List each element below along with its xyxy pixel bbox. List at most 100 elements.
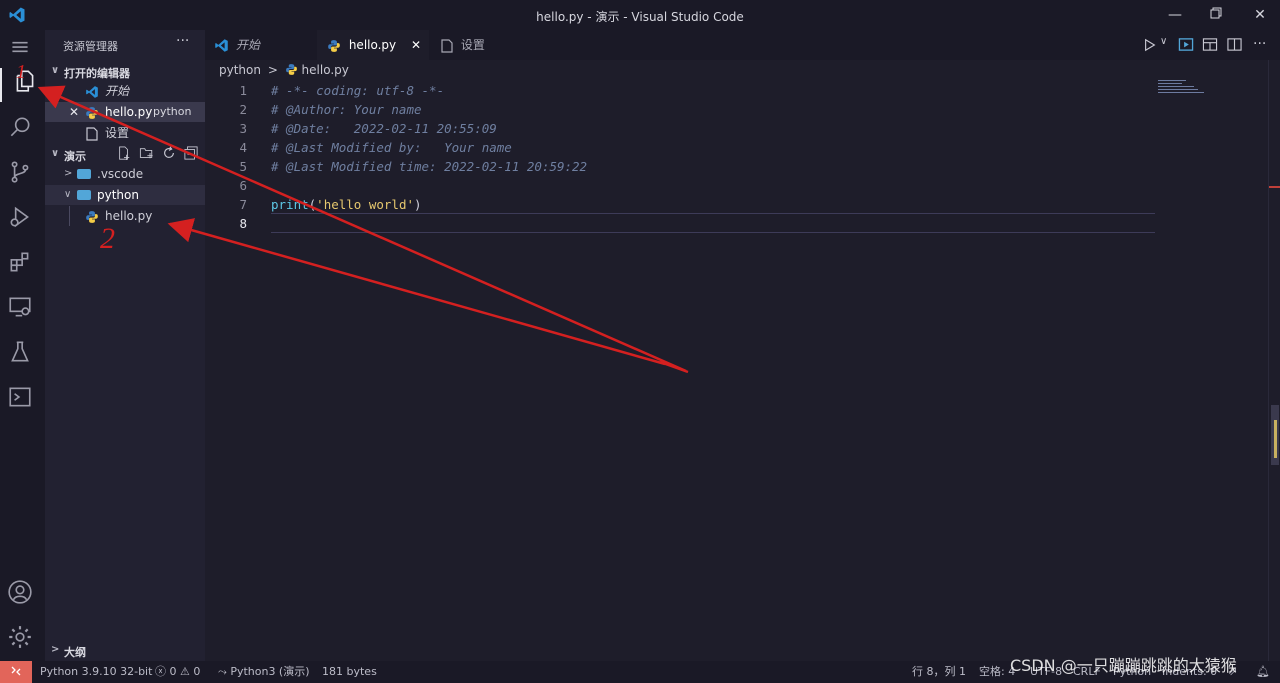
line-number: 2 xyxy=(239,102,247,117)
line-number: 7 xyxy=(239,197,247,212)
chevron-right-icon: > xyxy=(51,644,60,655)
line-number: 5 xyxy=(239,159,247,174)
tab-bar: 开始 hello.py ✕ 设置 ∨ ··· xyxy=(205,30,1280,60)
code-line: 3 # @Date: 2022-02-11 20:55:09 xyxy=(205,119,1155,138)
terminal-button[interactable] xyxy=(7,384,37,414)
python-icon xyxy=(328,39,340,52)
extensions-icon xyxy=(10,252,29,272)
explorer-sidebar: 资源管理器 ··· ∨ 打开的编辑器 开始 ✕ hello.py python … xyxy=(45,30,205,661)
open-editor-folder-hint: python xyxy=(153,105,192,118)
tab-welcome[interactable]: 开始 xyxy=(205,30,315,60)
breadcrumb: python > hello.py xyxy=(219,63,349,77)
explorer-button[interactable] xyxy=(0,68,47,102)
remote-icon xyxy=(11,666,21,676)
new-folder-icon[interactable] xyxy=(139,146,154,160)
run-debug-icon xyxy=(10,206,29,228)
more-editor-actions-button[interactable]: ··· xyxy=(1253,30,1266,58)
problems-indicator[interactable]: ⓧ 0 ⚠ 0 xyxy=(155,661,200,683)
manage-button[interactable] xyxy=(7,624,37,654)
error-icon: ⓧ xyxy=(155,665,166,678)
testing-button[interactable] xyxy=(7,339,37,369)
run-dropdown-icon[interactable]: ∨ xyxy=(1160,36,1167,47)
code-line: 8 xyxy=(205,214,1155,233)
open-editor-settings[interactable]: 设置 xyxy=(45,123,205,143)
line-number: 4 xyxy=(239,140,247,155)
split-editor-icon[interactable] xyxy=(1227,37,1242,52)
remote-explorer-button[interactable] xyxy=(7,294,37,324)
tab-settings[interactable]: 设置 xyxy=(431,30,541,60)
account-icon xyxy=(8,580,32,604)
warning-icon: ⚠ xyxy=(180,665,190,678)
tab-label: 开始 xyxy=(235,38,260,52)
source-control-button[interactable] xyxy=(7,159,37,189)
warning-count: 0 xyxy=(193,665,201,678)
sidebar-title: 资源管理器 xyxy=(63,40,118,53)
minimize-button[interactable]: — xyxy=(1160,4,1190,26)
python-interpreter[interactable]: Python 3.9.10 32-bit xyxy=(40,661,152,683)
refresh-icon[interactable] xyxy=(162,146,176,160)
more-actions-button[interactable]: ··· xyxy=(176,33,189,49)
folder-open-icon xyxy=(77,190,91,200)
files-icon xyxy=(16,70,34,92)
code-text: # -*- coding: utf-8 -*- xyxy=(271,83,445,98)
jupyter-kernel[interactable]: ⤳ Python3 (演示) xyxy=(218,661,310,683)
annotation-arrow-2 xyxy=(167,218,666,366)
file-icon xyxy=(441,38,453,53)
tab-label: hello.py xyxy=(348,38,397,52)
breadcrumb-file[interactable]: hello.py xyxy=(302,63,349,77)
line-number: 3 xyxy=(239,121,247,136)
line-number: 8 xyxy=(239,216,247,231)
preview-icon[interactable] xyxy=(1178,37,1194,52)
flask-icon xyxy=(11,341,29,362)
outline-header[interactable]: > 大纲 xyxy=(45,642,205,662)
search-button[interactable] xyxy=(7,114,37,144)
gear-icon xyxy=(9,626,31,648)
open-editor-hello-py[interactable]: ✕ hello.py python xyxy=(45,102,205,122)
code-line: 5 # @Last Modified time: 2022-02-11 20:5… xyxy=(205,157,1155,176)
collapse-all-icon[interactable] xyxy=(184,146,198,160)
code-text: # @Author: Your name xyxy=(271,102,422,117)
code-line: 6 xyxy=(205,176,1155,195)
open-editor-label: 设置 xyxy=(105,126,130,140)
cursor-position[interactable]: 行 8，列 1 xyxy=(912,661,966,683)
breadcrumb-separator: > xyxy=(267,63,278,77)
tree-item-python[interactable]: ∨ python xyxy=(45,185,205,205)
open-editors-header[interactable]: ∨ 打开的编辑器 xyxy=(45,63,205,83)
new-file-icon[interactable] xyxy=(117,146,131,160)
open-editor-label: hello.py xyxy=(105,105,153,119)
code-text: # @Last Modified by: Your name xyxy=(271,140,512,155)
open-changes-icon[interactable] xyxy=(1202,37,1218,52)
line-number: 1 xyxy=(239,83,247,98)
run-file-icon[interactable] xyxy=(1143,38,1157,52)
vscode-logo-icon xyxy=(86,86,98,98)
close-window-button[interactable]: ✕ xyxy=(1245,4,1275,26)
workspace-header[interactable]: ∨ 演示 xyxy=(45,146,205,166)
tree-item-vscode[interactable]: > .vscode xyxy=(45,164,205,184)
accounts-button[interactable] xyxy=(7,579,37,609)
close-icon[interactable]: ✕ xyxy=(69,102,79,122)
chevron-down-icon: ∨ xyxy=(51,148,60,159)
minimap[interactable] xyxy=(1158,80,1270,98)
open-editor-label: 开始 xyxy=(105,84,130,98)
python-icon xyxy=(285,64,297,75)
tab-label: 设置 xyxy=(460,38,485,52)
breadcrumb-folder[interactable]: python xyxy=(219,63,261,77)
extensions-button[interactable] xyxy=(7,249,37,279)
function-token: print xyxy=(271,197,309,212)
tree-item-label: hello.py xyxy=(105,209,153,223)
close-tab-icon[interactable]: ✕ xyxy=(411,30,421,60)
vertical-scrollbar[interactable] xyxy=(1268,60,1280,661)
restore-button[interactable] xyxy=(1201,4,1231,26)
code-text: # @Last Modified time: 2022-02-11 20:59:… xyxy=(271,159,588,174)
paren-token: ) xyxy=(414,197,422,212)
menu-button[interactable] xyxy=(7,34,37,64)
folder-icon xyxy=(77,169,91,179)
remote-indicator[interactable] xyxy=(0,661,32,683)
tree-item-label: .vscode xyxy=(97,167,144,181)
tree-item-hello-py[interactable]: hello.py xyxy=(45,206,205,226)
tab-hello-py[interactable]: hello.py ✕ xyxy=(317,30,429,60)
notifications-icon[interactable]: 🔔︎ xyxy=(1256,661,1270,683)
code-line: 2 # @Author: Your name xyxy=(205,100,1155,119)
run-debug-button[interactable] xyxy=(7,204,37,234)
open-editor-welcome[interactable]: 开始 xyxy=(45,81,205,101)
